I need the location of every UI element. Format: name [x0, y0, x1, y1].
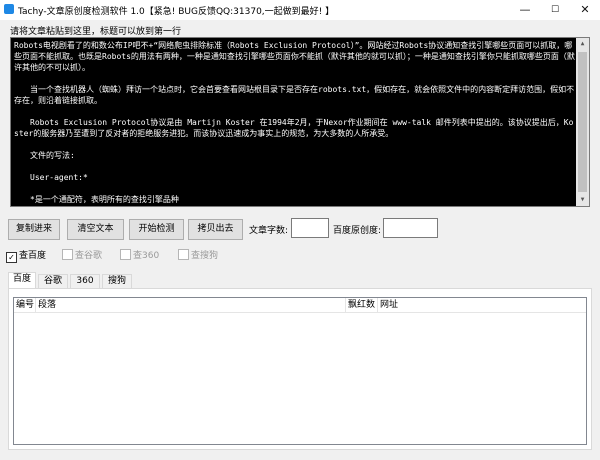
copy-out-button[interactable]: 拷贝出去 — [188, 219, 243, 240]
article-paragraph: Robots电视剧看了的和数公布IP吧不+“网络爬虫排除标准（Robots Ex… — [14, 41, 575, 72]
textarea-scrollbar[interactable]: ▲ ▼ — [576, 38, 589, 206]
article-paragraph: 文件的写法: — [30, 151, 75, 160]
title-bar: Tachy-文章原创度检测软件 1.0【紧急! BUG反馈QQ:31370,一起… — [0, 0, 600, 20]
tab-360[interactable]: 360 — [70, 274, 100, 288]
results-table[interactable]: 编号 段落 飘红数 网址 — [13, 297, 587, 445]
check-google-checkbox[interactable]: 查谷歌 — [62, 248, 102, 261]
article-paragraph: *是一个通配符，表明所有的查找引擎品种 — [30, 195, 179, 204]
checkmark-icon: ✓ — [6, 252, 17, 263]
article-paragraph: Robots Exclusion Protocol协议是由 Martijn Ko… — [14, 118, 574, 138]
maximize-button[interactable]: ☐ — [540, 0, 570, 20]
check-baidu-checkbox[interactable]: ✓ 查百度 — [6, 248, 46, 263]
column-header-red-count[interactable]: 飘红数 — [346, 298, 378, 312]
check-sogou-checkbox[interactable]: 查搜狗 — [178, 248, 218, 261]
tab-google[interactable]: 谷歌 — [38, 274, 68, 288]
app-icon — [4, 4, 14, 14]
close-button[interactable]: ✕ — [570, 0, 600, 20]
article-paragraph: User-agent:* — [30, 173, 88, 182]
baidu-originality-label: 百度原创度: — [333, 226, 382, 236]
baidu-originality-field[interactable] — [383, 218, 438, 238]
column-header-paragraph[interactable]: 段落 — [36, 298, 346, 312]
scroll-thumb[interactable] — [578, 52, 587, 192]
column-header-id[interactable]: 编号 — [14, 298, 36, 312]
start-check-button[interactable]: 开始检测 — [129, 219, 184, 240]
check-360-checkbox[interactable]: 查360 — [120, 248, 159, 261]
paste-hint-label: 请将文章粘贴到这里，标题可以放到第一行 — [10, 27, 182, 37]
column-header-url[interactable]: 网址 — [378, 298, 586, 312]
paste-in-button[interactable]: 复制进来 — [8, 219, 60, 240]
article-paragraph: 当一个查找机器人（蜘蛛）拜访一个站点时，它会首要查看网站根目录下是否存在robo… — [14, 85, 575, 105]
article-textarea[interactable]: Robots电视剧看了的和数公布IP吧不+“网络爬虫排除标准（Robots Ex… — [10, 37, 590, 207]
window-title: Tachy-文章原创度检测软件 1.0【紧急! BUG反馈QQ:31370,一起… — [18, 7, 335, 17]
header-divider — [14, 312, 586, 313]
word-count-label: 文章字数: — [249, 226, 289, 236]
scroll-down-icon[interactable]: ▼ — [576, 194, 589, 206]
tab-baidu[interactable]: 百度 — [8, 272, 36, 289]
word-count-field[interactable] — [291, 218, 329, 238]
scroll-up-icon[interactable]: ▲ — [576, 38, 589, 50]
tab-panel: 编号 段落 飘红数 网址 — [8, 288, 592, 450]
tab-sogou[interactable]: 搜狗 — [102, 274, 132, 288]
clear-text-button[interactable]: 清空文本 — [67, 219, 124, 240]
minimize-button[interactable]: — — [510, 0, 540, 20]
